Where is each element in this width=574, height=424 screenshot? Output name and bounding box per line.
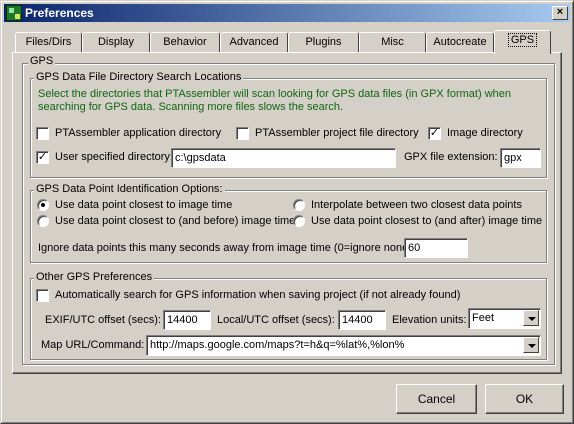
after-radio[interactable] <box>293 215 305 227</box>
preferences-window: Preferences × Files/Dirs Display Behavio… <box>0 0 574 424</box>
search-description: Select the directories that PTAssembler … <box>38 88 511 113</box>
tab-advanced[interactable]: Advanced <box>220 32 288 52</box>
closest-label: Use data point closest to image time <box>55 199 233 211</box>
title-bar[interactable]: Preferences × <box>4 4 570 22</box>
tab-label: Advanced <box>229 36 279 48</box>
gpx-ext-input[interactable]: gpx <box>500 148 541 168</box>
app-dir-label: PTAssembler application directory <box>55 127 222 139</box>
tab-misc[interactable]: Misc <box>359 32 426 52</box>
auto-search-label: Automatically search for GPS information… <box>55 289 461 301</box>
tab-label: Display <box>97 36 135 48</box>
tab-label: Plugins <box>305 36 342 48</box>
local-offset-input[interactable]: 14400 <box>338 310 386 330</box>
app-dir-checkbox[interactable] <box>36 127 49 140</box>
tab-label: GPS <box>507 33 538 47</box>
ignore-seconds-input[interactable]: 60 <box>404 238 468 258</box>
elevation-units-value: Feet <box>472 312 495 324</box>
tab-plugins[interactable]: Plugins <box>288 32 359 52</box>
after-label: Use data point closest to (and after) im… <box>311 215 543 227</box>
elevation-units-select[interactable]: Feet <box>468 308 541 329</box>
tab-label: Misc <box>381 36 404 48</box>
local-offset-label: Local/UTC offset (secs): <box>217 314 335 326</box>
closest-radio[interactable] <box>37 199 49 211</box>
close-icon[interactable]: × <box>552 6 568 20</box>
map-url-label: Map URL/Command: <box>41 339 145 351</box>
tab-behavior[interactable]: Behavior <box>150 32 220 52</box>
chevron-down-icon[interactable] <box>523 310 539 326</box>
app-icon <box>6 5 22 21</box>
elevation-units-label: Elevation units: <box>392 314 467 326</box>
tab-label: Autocreate <box>433 36 487 48</box>
chevron-down-icon[interactable] <box>523 337 539 353</box>
user-dir-input[interactable]: c:\gpsdata <box>171 148 396 168</box>
identification-label: GPS Data Point Identification Options: <box>34 183 225 195</box>
image-dir-label: Image directory <box>447 127 523 139</box>
gps-group-label: GPS <box>28 55 56 67</box>
gpx-ext-label: GPX file extension: <box>404 151 498 163</box>
tab-display[interactable]: Display <box>82 32 150 52</box>
interpolate-radio[interactable] <box>293 199 305 211</box>
before-label: Use data point closest to (and before) i… <box>55 215 296 227</box>
before-radio[interactable] <box>37 215 49 227</box>
tab-autocreate[interactable]: Autocreate <box>426 32 494 52</box>
cancel-button[interactable]: Cancel <box>396 384 477 414</box>
auto-search-checkbox[interactable] <box>36 289 49 302</box>
tab-label: Behavior <box>163 36 207 48</box>
image-dir-checkbox[interactable]: ✓ <box>428 127 441 140</box>
project-dir-checkbox[interactable] <box>236 127 249 140</box>
map-url-select[interactable]: http://maps.google.com/maps?t=h&q=%lat%,… <box>146 335 541 356</box>
ignore-label: Ignore data points this many seconds awa… <box>38 242 415 254</box>
user-dir-checkbox[interactable]: ✓ <box>36 151 49 164</box>
tab-gps[interactable]: GPS <box>494 30 551 54</box>
exif-offset-input[interactable]: 14400 <box>163 310 211 330</box>
tab-files-dirs[interactable]: Files/Dirs <box>15 32 82 52</box>
ok-button[interactable]: OK <box>485 384 564 414</box>
exif-offset-label: EXIF/UTC offset (secs): <box>45 314 161 326</box>
map-url-value: http://maps.google.com/maps?t=h&q=%lat%,… <box>150 339 405 351</box>
tab-label: Files/Dirs <box>25 36 72 48</box>
user-dir-label: User specified directory: <box>55 151 173 163</box>
window-title: Preferences <box>25 6 94 20</box>
interpolate-label: Interpolate between two closest data poi… <box>311 199 522 211</box>
other-preferences-label: Other GPS Preferences <box>34 271 155 283</box>
search-locations-label: GPS Data File Directory Search Locations <box>34 71 244 83</box>
project-dir-label: PTAssembler project file directory <box>255 127 419 139</box>
